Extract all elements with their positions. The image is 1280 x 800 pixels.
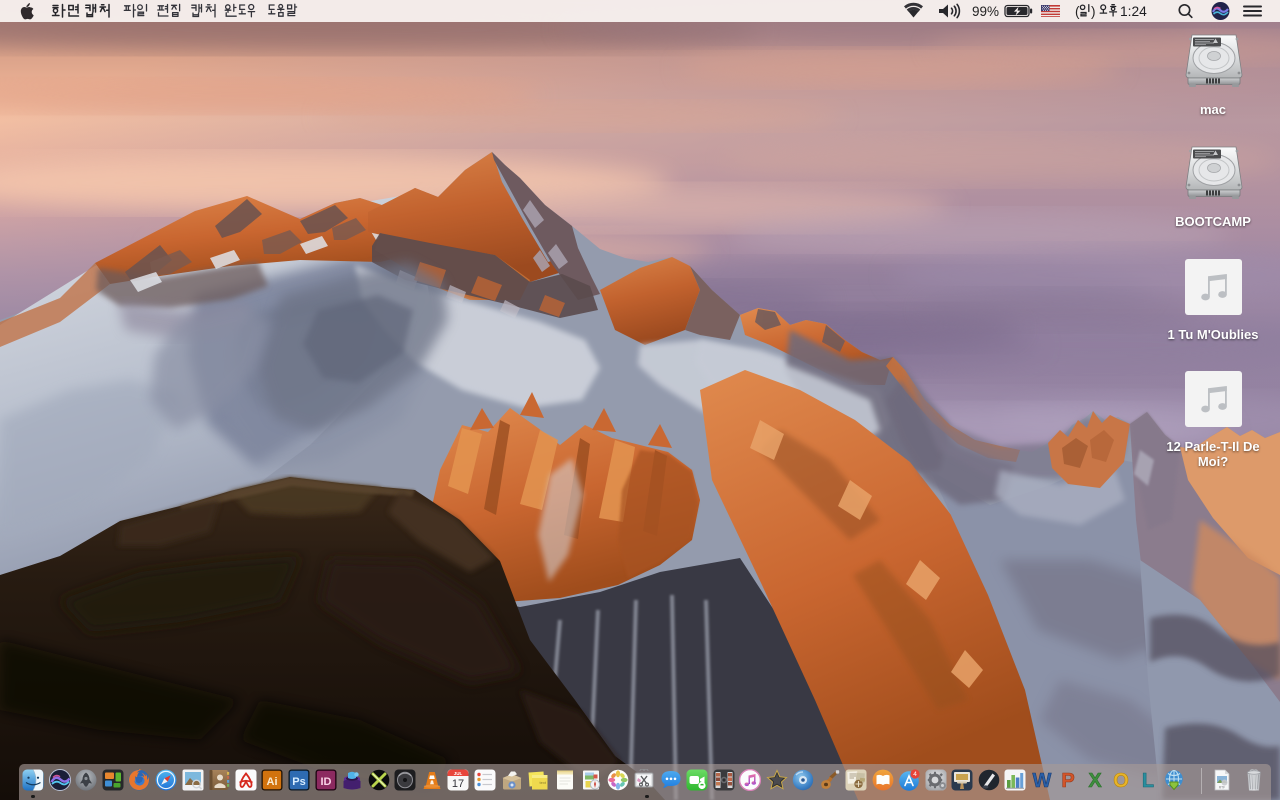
svg-text:Ps: Ps <box>292 776 305 788</box>
svg-text:): ) <box>1091 4 1096 19</box>
svg-text:X: X <box>1088 770 1102 791</box>
svg-text:JUL: JUL <box>454 771 463 776</box>
svg-text:4: 4 <box>913 771 917 778</box>
svg-text:99%: 99% <box>972 4 999 19</box>
svg-text:1:24: 1:24 <box>1120 4 1147 19</box>
svg-text:L: L <box>1141 770 1153 791</box>
svg-text:ID: ID <box>320 776 331 788</box>
svg-text:Ai: Ai <box>267 776 278 788</box>
svg-text:text: text <box>540 780 547 785</box>
svg-text:W: W <box>1032 770 1051 791</box>
svg-text:17: 17 <box>452 778 464 790</box>
svg-text:RTF: RTF <box>1219 786 1225 790</box>
svg-text:P: P <box>1061 770 1074 791</box>
svg-text:O: O <box>1113 770 1129 791</box>
svg-text:(: ( <box>1075 4 1080 19</box>
